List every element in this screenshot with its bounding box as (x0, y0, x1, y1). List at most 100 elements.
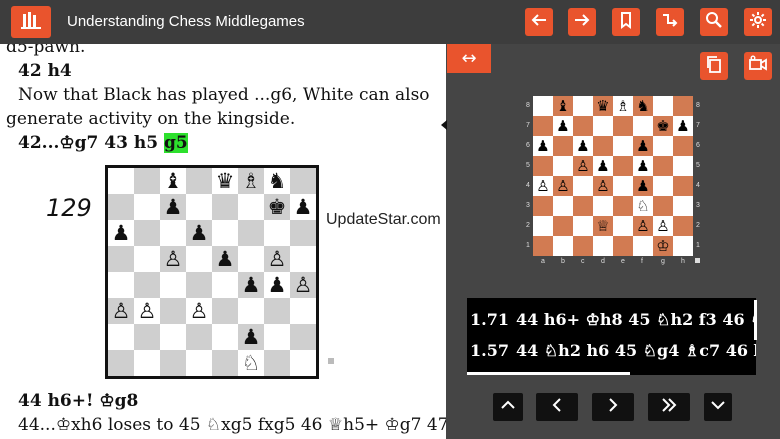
engine-board-square[interactable] (673, 156, 693, 176)
board-square[interactable]: ♟ (186, 220, 212, 246)
board-square[interactable] (134, 220, 160, 246)
engine-board-square[interactable] (613, 116, 633, 136)
engine-board-square[interactable] (533, 216, 553, 236)
board-square[interactable] (186, 246, 212, 272)
engine-board-square[interactable] (673, 136, 693, 156)
engine-board-square[interactable]: ♗ (613, 96, 633, 116)
engine-board-square[interactable]: ♟ (633, 176, 653, 196)
engine-board-square[interactable] (653, 176, 673, 196)
board-square[interactable]: ♞ (264, 168, 290, 194)
board-square[interactable]: ♟ (264, 272, 290, 298)
engine-board-square[interactable] (653, 156, 673, 176)
board-square[interactable]: ♙ (264, 246, 290, 272)
engine-board-square[interactable]: ♟ (553, 116, 573, 136)
engine-board-square[interactable] (533, 236, 553, 256)
board-square[interactable] (264, 324, 290, 350)
engine-board-square[interactable] (573, 236, 593, 256)
pane-divider-handle[interactable] (441, 120, 447, 130)
engine-board-square[interactable]: ♘ (633, 196, 653, 216)
engine-board-square[interactable] (633, 236, 653, 256)
board-square[interactable]: ♟ (290, 194, 316, 220)
board-square[interactable] (212, 298, 238, 324)
board-square[interactable] (186, 194, 212, 220)
board-square[interactable] (160, 350, 186, 376)
board-square[interactable]: ♙ (108, 298, 134, 324)
engine-board-square[interactable] (553, 196, 573, 216)
board-square[interactable]: ♝ (160, 168, 186, 194)
engine-board-square[interactable] (593, 196, 613, 216)
book-chessboard[interactable]: ♝ ♛ ♗ ♞ ♟ ♚ ♟ ♟ ♟ ♙ ♟ ♙ ♟ ♟ ♙ ♙ ♙ ♙ ♟ ♘ (105, 165, 319, 379)
engine-board-square[interactable] (533, 116, 553, 136)
board-square[interactable] (108, 324, 134, 350)
board-square[interactable] (108, 350, 134, 376)
board-square[interactable] (212, 220, 238, 246)
up-button[interactable] (493, 393, 523, 421)
board-square[interactable] (160, 220, 186, 246)
board-square[interactable]: ♟ (160, 194, 186, 220)
engine-board-square[interactable] (553, 216, 573, 236)
board-square[interactable] (238, 220, 264, 246)
board-square[interactable] (134, 168, 160, 194)
board-square[interactable]: ♟ (108, 220, 134, 246)
board-square[interactable] (186, 272, 212, 298)
board-square[interactable]: ♟ (238, 272, 264, 298)
engine-board-square[interactable] (633, 116, 653, 136)
board-resize-handle[interactable] (695, 258, 700, 263)
engine-board-square[interactable] (613, 216, 633, 236)
engine-board-square[interactable]: ♟ (533, 136, 553, 156)
board-square[interactable] (108, 246, 134, 272)
engine-board-square[interactable] (553, 236, 573, 256)
board-square[interactable] (290, 168, 316, 194)
engine-board-square[interactable] (533, 196, 553, 216)
engine-board-square[interactable]: ♙ (573, 156, 593, 176)
board-square[interactable] (134, 324, 160, 350)
board-square[interactable] (134, 246, 160, 272)
board-square[interactable]: ♚ (264, 194, 290, 220)
bookmark-button[interactable] (612, 8, 640, 36)
engine-chessboard[interactable]: ♝ ♛ ♗ ♞ ♟ ♚ ♟ ♟ ♟ ♟ ♙ ♟ ♟ ♙ ♙ ♙ ♟ ♘ ♕ ♙ ♙ ♔ (533, 96, 693, 256)
engine-scrollbar[interactable] (754, 300, 757, 340)
board-square[interactable] (134, 272, 160, 298)
engine-board-square[interactable] (533, 96, 553, 116)
board-square[interactable] (290, 298, 316, 324)
board-square[interactable] (290, 350, 316, 376)
board-square[interactable] (212, 324, 238, 350)
board-square[interactable] (238, 298, 264, 324)
engine-line-1[interactable]: 1.71 44 h6+ ♔h8 45 ♘h2 f3 46 ♘xf3 (470, 310, 756, 329)
board-square[interactable] (290, 220, 316, 246)
board-square[interactable] (238, 246, 264, 272)
board-square[interactable]: ♟ (238, 324, 264, 350)
engine-board-square[interactable] (593, 116, 613, 136)
engine-board-square[interactable] (593, 236, 613, 256)
engine-board-square[interactable] (613, 236, 633, 256)
board-square[interactable] (160, 272, 186, 298)
engine-board-square[interactable] (573, 116, 593, 136)
board-square[interactable] (186, 350, 212, 376)
engine-board-square[interactable]: ♞ (633, 96, 653, 116)
board-square[interactable]: ♙ (186, 298, 212, 324)
board-square[interactable] (264, 350, 290, 376)
engine-board-square[interactable] (553, 156, 573, 176)
next-move-button[interactable] (592, 393, 634, 421)
board-square[interactable]: ♘ (238, 350, 264, 376)
board-square[interactable] (160, 324, 186, 350)
board-square[interactable]: ♙ (290, 272, 316, 298)
board-square[interactable]: ♟ (212, 246, 238, 272)
move-line[interactable]: 42...♔g7 43 h5 g5 (18, 133, 188, 153)
engine-board-square[interactable] (673, 196, 693, 216)
engine-board-square[interactable] (593, 136, 613, 156)
settings-button[interactable] (744, 8, 772, 36)
down-button[interactable] (704, 393, 732, 421)
engine-board-square[interactable] (673, 236, 693, 256)
engine-board-square[interactable]: ♙ (593, 176, 613, 196)
camera-button[interactable] (744, 52, 772, 80)
board-square[interactable] (264, 220, 290, 246)
engine-board-square[interactable] (613, 156, 633, 176)
back-button[interactable] (525, 8, 553, 36)
engine-board-square[interactable] (573, 96, 593, 116)
engine-board-square[interactable] (673, 176, 693, 196)
board-square[interactable] (290, 246, 316, 272)
engine-board-square[interactable] (553, 136, 573, 156)
board-square[interactable] (134, 350, 160, 376)
engine-board-square[interactable]: ♙ (633, 216, 653, 236)
